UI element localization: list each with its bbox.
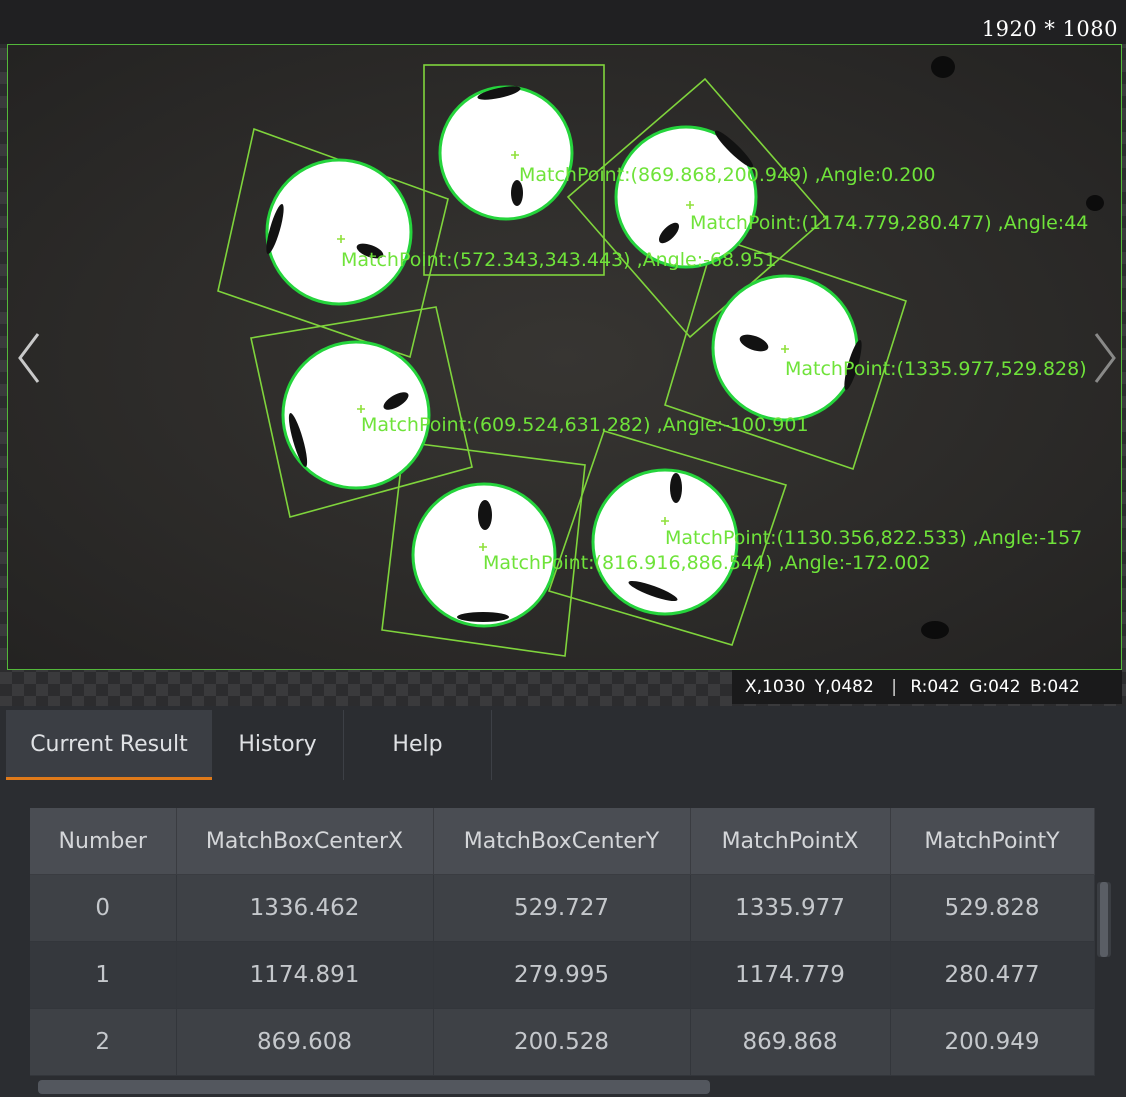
table-cell: 1	[30, 941, 177, 1009]
pixel-r: R:042	[910, 677, 960, 697]
table-cell: 1336.462	[176, 874, 434, 942]
pixel-readout: X,1030 Y,0482 | R:042 G:042 B:042	[732, 670, 1122, 704]
image-hole	[921, 621, 949, 639]
match-annotation: MatchPoint:(1174.779,280.477) ,Angle:44	[690, 212, 1088, 234]
match-annotation: MatchPoint:(1130.356,822.533) ,Angle:-15…	[665, 527, 1082, 549]
table-header-row: Number MatchBoxCenterX MatchBoxCenterY M…	[30, 808, 1095, 875]
table-cell: 280.477	[890, 941, 1095, 1009]
results-table: Number MatchBoxCenterX MatchBoxCenterY M…	[30, 808, 1095, 1076]
table-cell: 529.828	[890, 874, 1095, 942]
table-cell: 1335.977	[690, 874, 891, 942]
column-header[interactable]: MatchPointY	[890, 808, 1095, 875]
column-header[interactable]: Number	[30, 808, 177, 875]
image-hole	[931, 56, 955, 78]
match-annotation: MatchPoint:(1335.977,529.828)	[785, 358, 1087, 380]
image-hole	[1086, 195, 1104, 211]
part	[438, 85, 574, 221]
tab-help[interactable]: Help	[344, 710, 492, 780]
chevron-right-icon[interactable]	[1090, 330, 1120, 386]
resolution-label: 1920 * 1080	[981, 17, 1118, 41]
table-cell: 529.727	[433, 874, 691, 942]
part-hole	[478, 500, 492, 530]
horizontal-scrollbar[interactable]	[38, 1080, 710, 1094]
column-header[interactable]: MatchBoxCenterX	[176, 808, 434, 875]
match-annotation: MatchPoint:(869.868,200.949) ,Angle:0.20…	[519, 164, 936, 186]
tab-current-result[interactable]: Current Result	[6, 710, 212, 780]
table-cell: 1174.891	[176, 941, 434, 1009]
chevron-left-icon[interactable]	[14, 330, 44, 386]
cursor-x: X,1030	[745, 677, 806, 697]
part	[265, 158, 413, 306]
table-cell: 200.528	[433, 1008, 691, 1076]
table-cell: 869.868	[690, 1008, 891, 1076]
column-header[interactable]: MatchPointX	[690, 808, 891, 875]
part-slot	[457, 612, 509, 622]
pixel-b: B:042	[1029, 677, 1080, 697]
table-cell: 279.995	[433, 941, 691, 1009]
table-row[interactable]: 1 1174.891 279.995 1174.779 280.477	[30, 941, 1095, 1009]
table-cell: 200.949	[890, 1008, 1095, 1076]
match-overlay: MatchPoint:(869.868,200.949) ,Angle:0.20…	[8, 45, 1121, 669]
camera-image[interactable]: MatchPoint:(869.868,200.949) ,Angle:0.20…	[7, 44, 1122, 670]
match-annotation: MatchPoint:(572.343,343.443) ,Angle:-68.…	[341, 249, 776, 271]
table-row[interactable]: 0 1336.462 529.727 1335.977 529.828	[30, 874, 1095, 942]
tab-history[interactable]: History	[212, 710, 344, 780]
table-row[interactable]: 2 869.608 200.528 869.868 200.949	[30, 1008, 1095, 1076]
result-panel: Number MatchBoxCenterX MatchBoxCenterY M…	[0, 780, 1126, 1097]
result-tabs: Current Result History Help	[0, 706, 1126, 781]
tab-strip: Current Result History Help	[6, 710, 1124, 781]
table-cell: 1174.779	[690, 941, 891, 1009]
cursor-y: Y,0482	[814, 677, 874, 697]
viewer-header: 1920 * 1080	[0, 0, 1126, 44]
table-cell: 869.608	[176, 1008, 434, 1076]
readout-separator: |	[891, 677, 897, 697]
pixel-g: G:042	[969, 677, 1021, 697]
table-cell: 2	[30, 1008, 177, 1076]
table-cell: 0	[30, 874, 177, 942]
vertical-scrollbar[interactable]	[1097, 882, 1111, 957]
match-annotation: MatchPoint:(816.916,886.544) ,Angle:-172…	[483, 552, 931, 574]
image-viewer[interactable]: 1920 * 1080 MatchPoint:(869.868,200.949)…	[0, 0, 1126, 706]
column-header[interactable]: MatchBoxCenterY	[433, 808, 691, 875]
vertical-scrollbar-thumb[interactable]	[1100, 882, 1108, 957]
match-annotation: MatchPoint:(609.524,631.282) ,Angle:-100…	[361, 414, 809, 436]
part-hole	[670, 473, 682, 503]
